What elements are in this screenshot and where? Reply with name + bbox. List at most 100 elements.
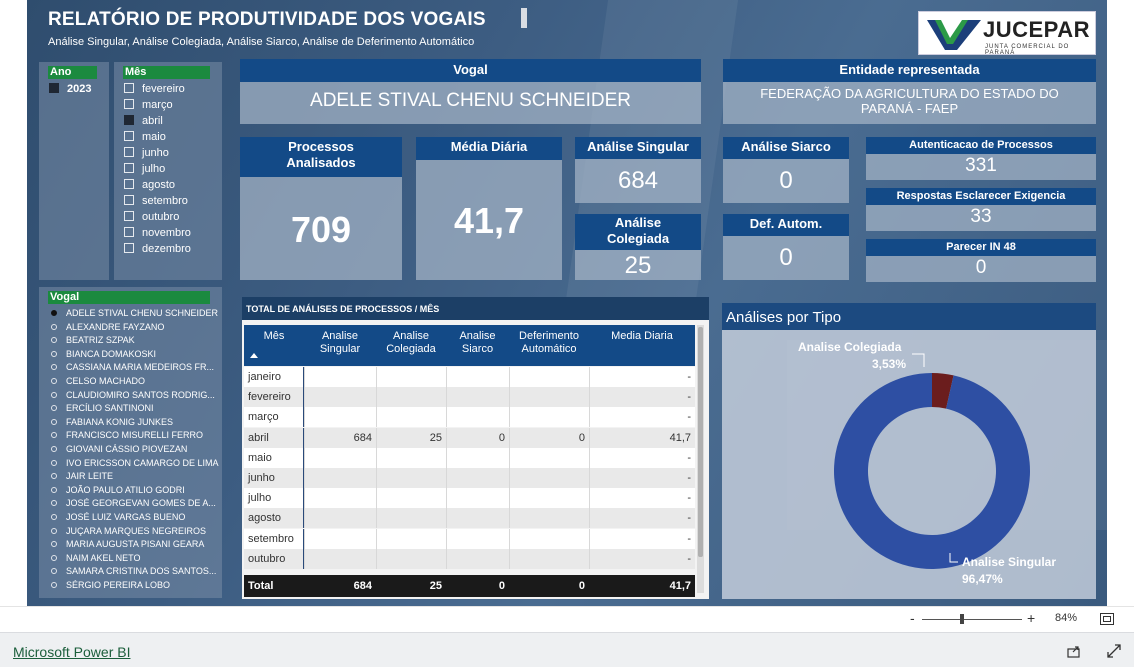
report-title: RELATÓRIO DE PRODUTIVIDADE DOS VOGAIS: [48, 9, 486, 30]
vogal-option[interactable]: BIANCA DOMAKOSKI: [51, 348, 156, 360]
table-total-cell: 684: [304, 575, 376, 597]
vogal-option[interactable]: MARIA AUGUSTA PISANI GEARA: [51, 538, 204, 550]
vogal-option[interactable]: CLAUDIOMIRO SANTOS RODRIG...: [51, 389, 215, 401]
table-title: TOTAL DE ANÁLISES DE PROCESSOS / MÊS: [242, 297, 709, 320]
power-bi-link[interactable]: Microsoft Power BI: [13, 644, 130, 660]
share-icon[interactable]: [1067, 644, 1081, 658]
radio-icon: [51, 527, 57, 534]
checkbox-icon: [124, 83, 134, 93]
mes-option[interactable]: março: [124, 98, 173, 112]
mes-option[interactable]: maio: [124, 130, 166, 144]
vogal-option-label: JOSÉ LUIZ VARGAS BUENO: [66, 512, 186, 522]
vogal-option-label: BIANCA DOMAKOSKI: [66, 348, 157, 359]
mes-option-label: junho: [142, 147, 169, 159]
ano-slicer: Ano 2023: [39, 62, 109, 280]
vogal-option[interactable]: BEATRIZ SZPAK: [51, 334, 135, 346]
entidade-name: FEDERAÇÃO DA AGRICULTURA DO ESTADO DO PA…: [760, 86, 1059, 116]
mes-option[interactable]: abril: [124, 114, 163, 128]
zoom-slider-thumb[interactable]: [960, 614, 964, 624]
report-subtitle: Análise Singular, Análise Colegiada, Aná…: [48, 36, 475, 48]
radio-icon: [51, 554, 57, 561]
vogal-option[interactable]: FABIANA KONIG JUNKES: [51, 416, 173, 428]
checkbox-icon: [124, 195, 134, 205]
fullscreen-icon[interactable]: [1107, 644, 1121, 658]
column-header-label: Analise Siarco: [459, 330, 496, 355]
mes-option[interactable]: junho: [124, 146, 169, 160]
table-column-header[interactable]: Deferimento Automático: [509, 325, 589, 366]
table-column-header[interactable]: Analise Singular: [304, 325, 376, 366]
checkbox-icon: [124, 211, 134, 221]
mes-option-label: julho: [142, 163, 166, 175]
radio-icon: [51, 432, 57, 439]
vogal-option[interactable]: FRANCISCO MISURELLI FERRO: [51, 429, 203, 441]
vogal-option[interactable]: ADELE STIVAL CHENU SCHNEIDER: [51, 307, 218, 319]
zoom-out-button[interactable]: -: [910, 610, 915, 626]
vogal-option[interactable]: ALEXANDRE FAYZANO: [51, 321, 164, 333]
table-cell: [376, 508, 446, 529]
vogal-option-label: CASSIANA MARIA MEDEIROS FR...: [66, 362, 215, 373]
table-cell: [509, 407, 589, 428]
table-cell: -: [589, 488, 695, 509]
vogal-option-label: GIOVANI CÁSSIO PIOVEZAN: [66, 444, 188, 454]
vogal-option[interactable]: JAIR LEITE: [51, 470, 113, 482]
vogal-option-label: CLAUDIOMIRO SANTOS RODRIG...: [66, 389, 215, 400]
vogal-option[interactable]: JOSÉ LUIZ VARGAS BUENO: [51, 511, 185, 523]
vogal-option-label: SAMARA CRISTINA DOS SANTOS...: [66, 566, 217, 577]
table-cell: [509, 548, 589, 569]
mes-option[interactable]: julho: [124, 162, 165, 176]
vogal-option[interactable]: JOÃO PAULO ATILIO GODRI: [51, 484, 185, 496]
singular-value: 684: [617, 167, 659, 194]
table-cell: 0: [446, 427, 509, 448]
slice-value-label: 3,53%: [872, 357, 906, 371]
sort-ascending-icon[interactable]: [250, 353, 258, 358]
processos-header: Processos Analisados: [240, 137, 402, 177]
vogal-option[interactable]: JOSÉ GEORGEVAN GOMES DE A...: [51, 497, 216, 509]
vogal-option[interactable]: JUÇARA MARQUES NEGREIROS: [51, 525, 206, 537]
table-cell: julho: [244, 488, 304, 509]
ano-option-2023[interactable]: 2023: [49, 82, 91, 96]
zoom-slider[interactable]: [922, 614, 1022, 624]
table-column-header[interactable]: Analise Colegiada: [376, 325, 446, 366]
vogal-option[interactable]: SÉRGIO PEREIRA LOBO: [51, 579, 170, 591]
table-total-cell: 41,7: [589, 575, 695, 597]
logo-name: JUCEPAR: [983, 17, 1091, 42]
report-canvas: RELATÓRIO DE PRODUTIVIDADE DOS VOGAIS An…: [27, 0, 1107, 606]
mes-option[interactable]: setembro: [124, 194, 188, 208]
table-cell: [376, 468, 446, 488]
vogal-option[interactable]: NAIM AKEL NETO: [51, 552, 141, 564]
mes-option[interactable]: fevereiro: [124, 82, 185, 96]
table-cell: 25: [376, 427, 446, 448]
vogal-option[interactable]: GIOVANI CÁSSIO PIOVEZAN: [51, 443, 187, 455]
vogal-option[interactable]: IVO ERICSSON CAMARGO DE LIMA: [51, 457, 219, 469]
table-column-header[interactable]: Mês: [244, 325, 304, 366]
table-scrollbar-thumb[interactable]: [698, 327, 703, 557]
table-column-header[interactable]: Analise Siarco: [446, 325, 509, 366]
zoom-in-button[interactable]: +: [1027, 610, 1035, 626]
mes-option[interactable]: dezembro: [124, 242, 191, 256]
title-marker: [521, 8, 527, 28]
table-cell: [446, 447, 509, 468]
table-cell: maio: [244, 447, 304, 468]
table-cell: março: [244, 407, 304, 428]
mes-option[interactable]: novembro: [124, 226, 191, 240]
column-header-label: Deferimento Automático: [519, 330, 579, 355]
chart-title: Análises por Tipo: [726, 309, 841, 326]
table-cell: fevereiro: [244, 387, 304, 408]
table-cell: [376, 407, 446, 428]
mes-option[interactable]: outubro: [124, 210, 179, 224]
vogal-option[interactable]: CASSIANA MARIA MEDEIROS FR...: [51, 361, 214, 373]
vogal-option[interactable]: CELSO MACHADO: [51, 375, 145, 387]
respostas-value: 33: [970, 206, 992, 227]
vogal-option-label: FABIANA KONIG JUNKES: [66, 416, 174, 427]
vogal-option[interactable]: ERCÍLIO SANTINONI: [51, 402, 154, 414]
fit-to-page-icon[interactable]: [1100, 613, 1114, 625]
column-header-label: Analise Colegiada: [386, 330, 436, 355]
table-column-header[interactable]: Media Diaria: [589, 325, 695, 366]
vogal-option[interactable]: SAMARA CRISTINA DOS SANTOS...: [51, 565, 216, 577]
checkbox-icon: [124, 147, 134, 157]
vogal-option-label: JUÇARA MARQUES NEGREIROS: [66, 525, 207, 536]
table-cell: [304, 407, 376, 428]
mes-option[interactable]: agosto: [124, 178, 175, 192]
media-header: Média Diária: [416, 137, 562, 160]
checkbox-icon: [49, 83, 59, 93]
